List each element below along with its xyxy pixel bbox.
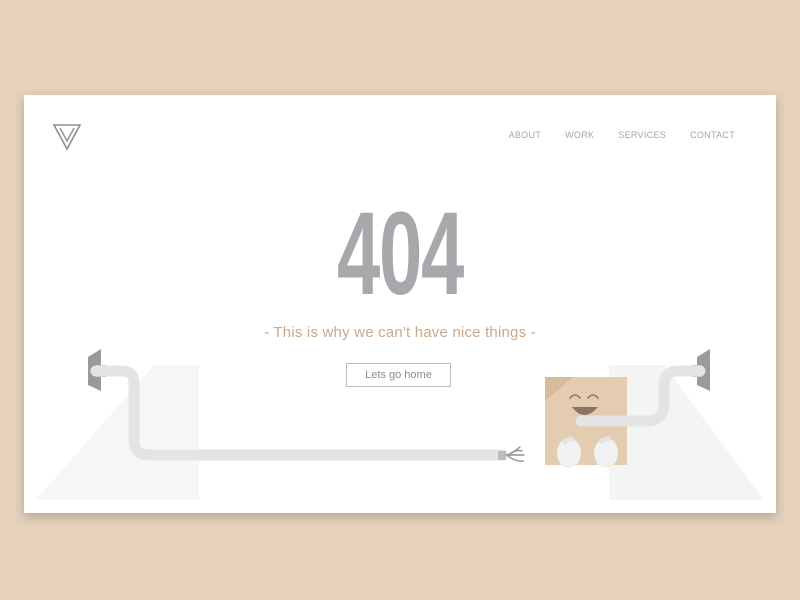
error-code: 404	[337, 188, 464, 320]
main-nav: ABOUT WORK SERVICES CONTACT	[509, 130, 735, 140]
smiling-box-mascot-icon	[545, 377, 627, 468]
right-cable	[575, 365, 706, 427]
right-socket-icon	[692, 349, 710, 391]
logo-icon[interactable]	[53, 124, 81, 150]
go-home-button[interactable]: Lets go home	[346, 363, 451, 387]
nav-item-about[interactable]: ABOUT	[509, 130, 542, 140]
nav-item-work[interactable]: WORK	[565, 130, 594, 140]
nav-item-services[interactable]: SERVICES	[618, 130, 666, 140]
error-tagline: - This is why we can't have nice things …	[264, 324, 536, 341]
floor-shadow-right	[609, 365, 764, 500]
error-page-card: ABOUT WORK SERVICES CONTACT 404 - This i…	[24, 95, 776, 513]
broken-cable-end-icon	[498, 446, 525, 462]
nav-item-contact[interactable]: CONTACT	[690, 130, 735, 140]
left-socket-icon	[88, 349, 106, 391]
floor-shadow-left	[36, 365, 199, 500]
